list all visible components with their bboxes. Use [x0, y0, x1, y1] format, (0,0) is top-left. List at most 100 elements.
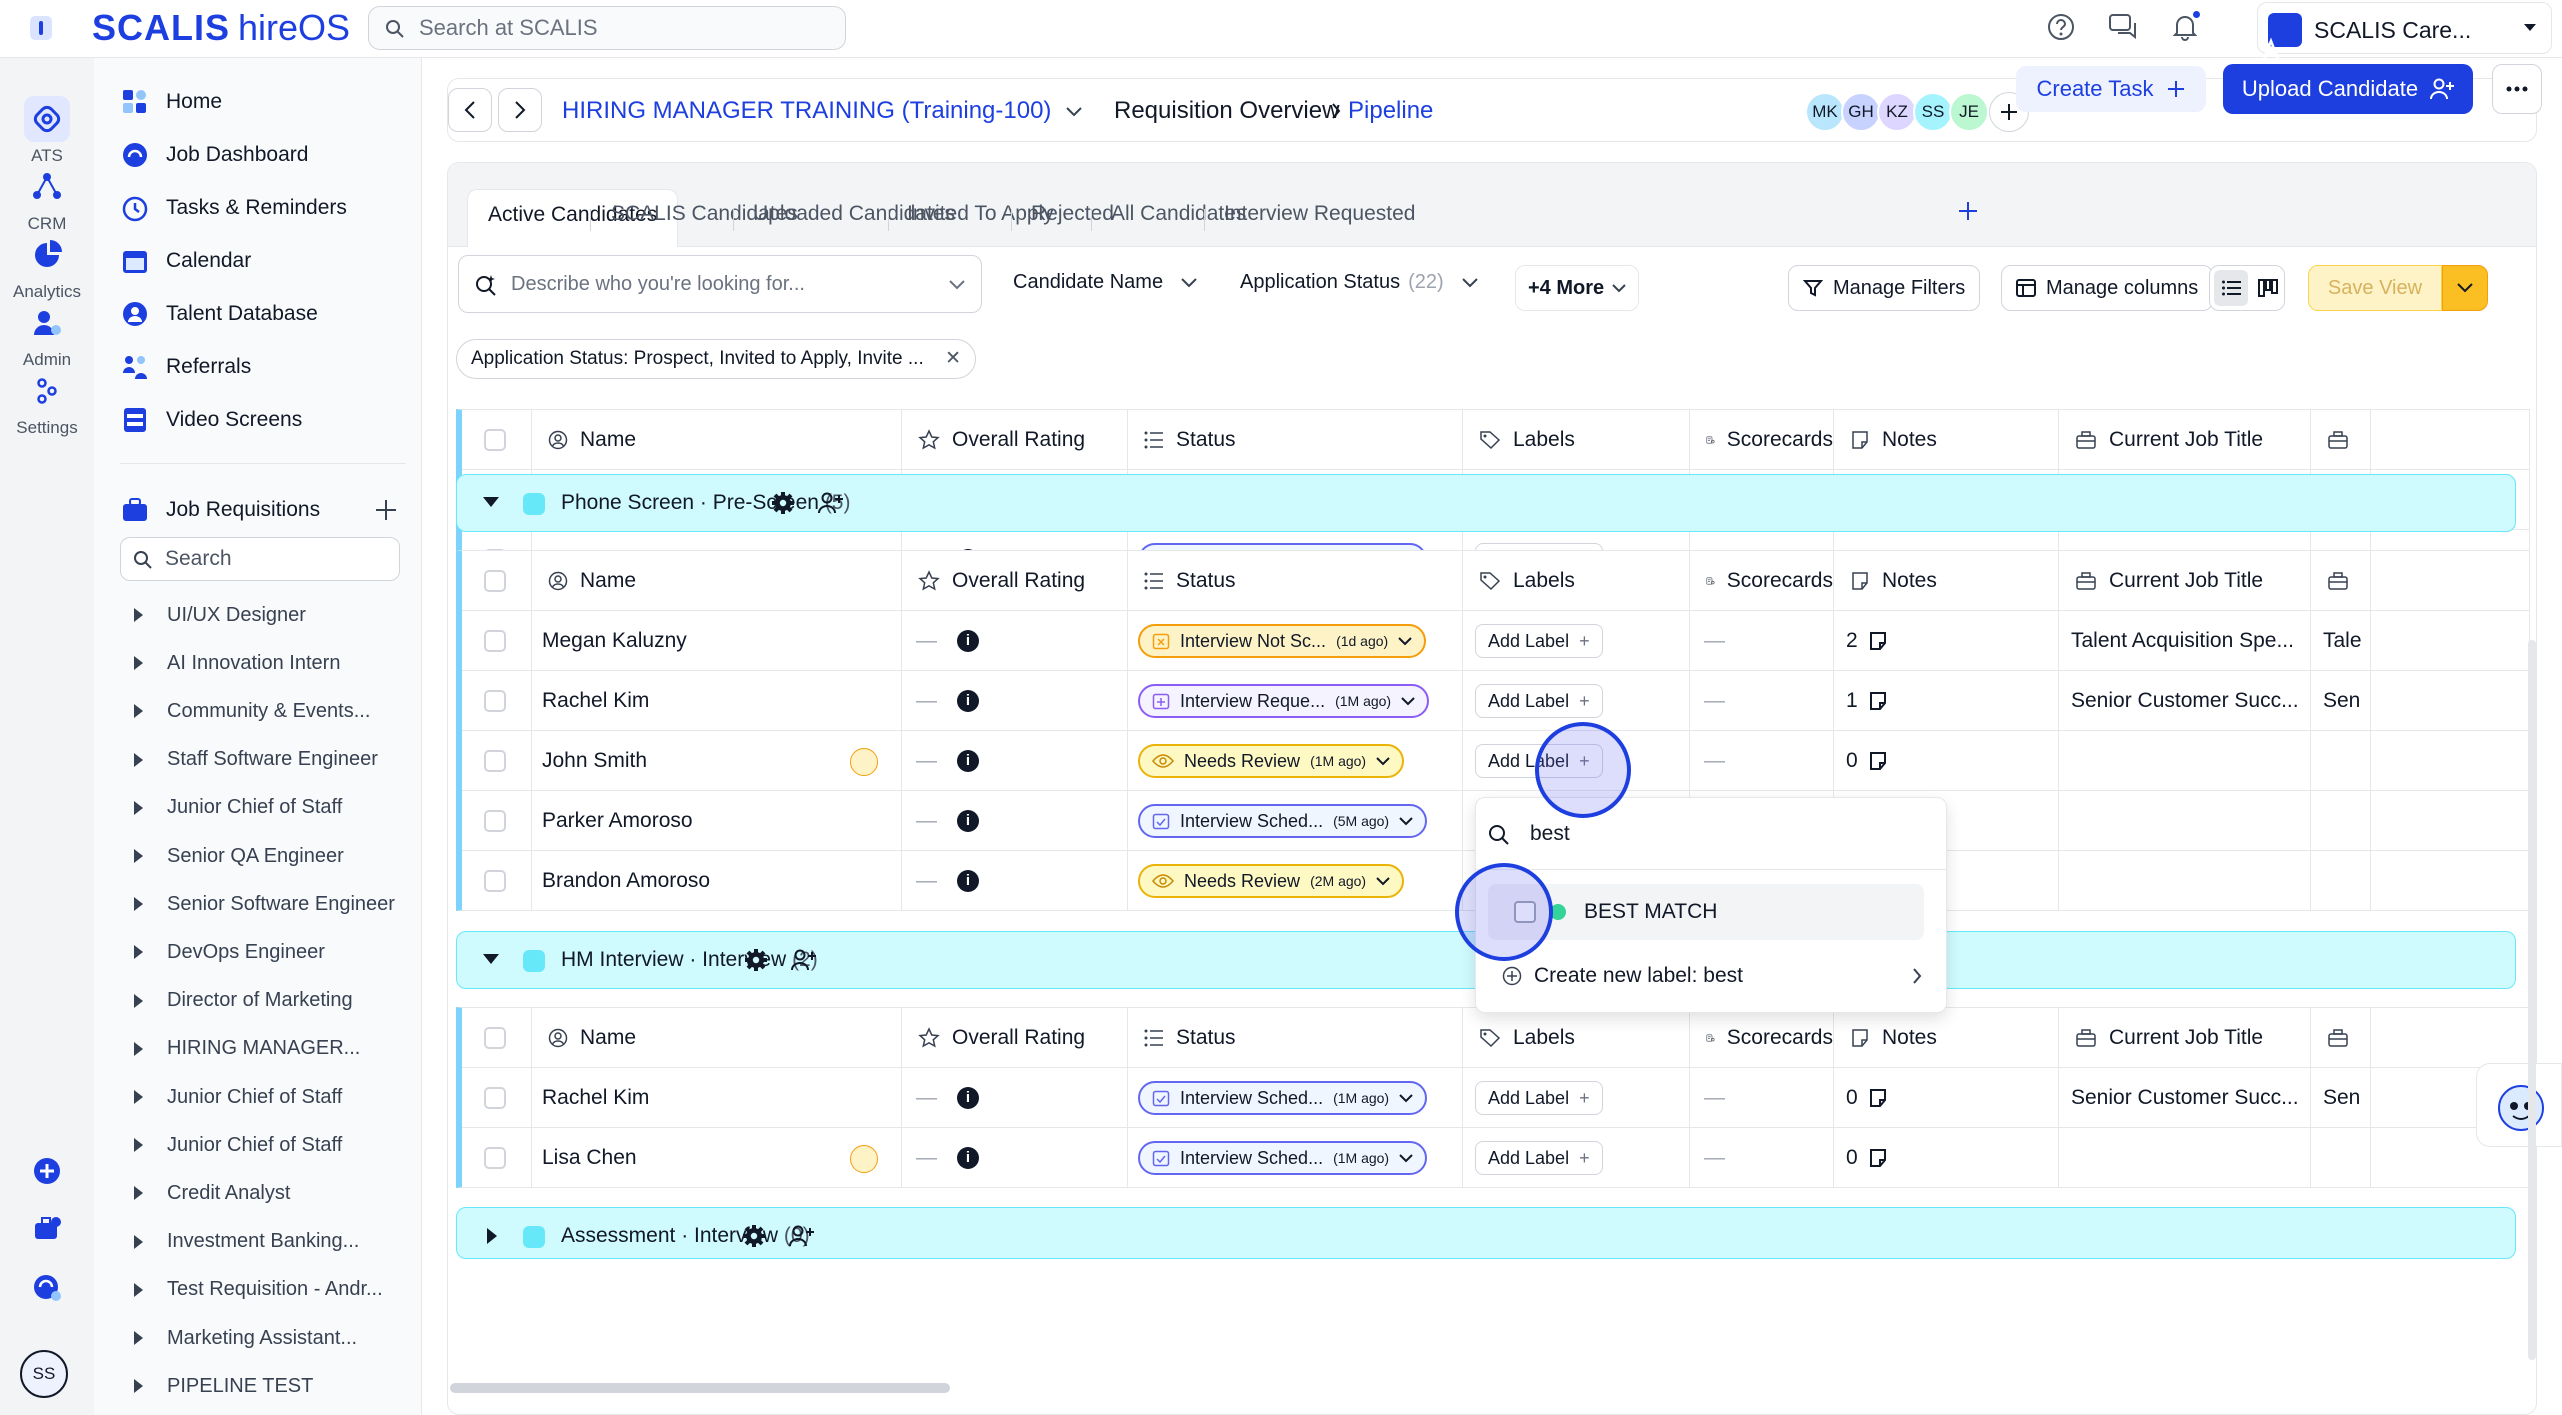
nav-job-dashboard[interactable]: Job Dashboard	[120, 135, 308, 175]
expand-arrow-icon[interactable]	[134, 897, 143, 912]
column-header[interactable]: Notes	[1834, 551, 2059, 611]
info-icon[interactable]: i	[957, 630, 979, 652]
label-option-best-match[interactable]: BEST MATCH	[1488, 884, 1924, 940]
column-header[interactable]: Scorecards	[1690, 551, 1834, 611]
row-checkbox[interactable]	[484, 870, 506, 892]
global-search-input[interactable]	[419, 7, 829, 49]
note-icon[interactable]	[1868, 631, 1888, 651]
select-all-checkbox[interactable]	[484, 429, 506, 451]
expand-arrow-icon[interactable]	[134, 800, 143, 815]
expand-arrow-icon[interactable]	[134, 656, 143, 671]
info-icon[interactable]: i	[957, 870, 979, 892]
requisition-item[interactable]: Junior Chief of Staff	[134, 1080, 342, 1114]
horizontal-scrollbar[interactable]	[450, 1383, 950, 1393]
more-filters-button[interactable]: +4 More	[1515, 265, 1640, 311]
label-search-input[interactable]	[1530, 812, 1910, 856]
add-candidate-icon[interactable]	[788, 1224, 816, 1248]
column-header[interactable]: Status	[1128, 410, 1463, 470]
requisition-item[interactable]: Test Requisition - Andr...	[134, 1273, 383, 1307]
tab-rejected[interactable]: Rejected	[1031, 189, 1114, 247]
column-header[interactable]: Current Job Title	[2059, 1008, 2311, 1068]
breadcrumb-overview[interactable]: Requisition Overview	[1114, 97, 1339, 125]
requisition-item[interactable]: Senior Software Engineer	[134, 887, 395, 921]
row-checkbox[interactable]	[484, 1147, 506, 1169]
collapse-icon[interactable]	[483, 954, 499, 964]
account-switcher[interactable]: SCALIS Care...	[2257, 2, 2552, 60]
nav-home[interactable]: Home	[120, 82, 222, 122]
add-label-button[interactable]: Add Label +	[1475, 684, 1603, 718]
column-header[interactable]	[2311, 410, 2371, 470]
brand-logo[interactable]: SCALIS hireOS	[92, 7, 350, 49]
column-header[interactable]: Overall Rating	[902, 551, 1128, 611]
stage-header[interactable]: Assessment · Interview (0)	[456, 1207, 2516, 1259]
expand-arrow-icon[interactable]	[134, 1331, 143, 1345]
row-checkbox[interactable]	[484, 810, 506, 832]
info-icon[interactable]: i	[957, 750, 979, 772]
requisition-item[interactable]: Staff Software Engineer	[134, 743, 378, 777]
requisition-search[interactable]	[120, 537, 400, 581]
row-checkbox[interactable]	[484, 1087, 506, 1109]
select-all-checkbox[interactable]	[484, 1027, 506, 1049]
job-requisitions-header[interactable]: Job Requisitions	[120, 490, 410, 530]
expand-arrow-icon[interactable]	[134, 849, 143, 863]
column-header[interactable]: Overall Rating	[902, 1008, 1128, 1068]
user-avatar[interactable]: SS	[20, 1350, 68, 1398]
requisition-item[interactable]: PIPELINE TEST	[134, 1369, 313, 1403]
back-button[interactable]	[448, 88, 492, 132]
table-row[interactable]: John Smith — i Needs Review (1M ago) Add Labe…	[462, 731, 2529, 791]
expand-arrow-icon[interactable]	[134, 1282, 143, 1297]
add-label-button[interactable]: Add Label +	[1475, 624, 1603, 658]
table-row[interactable]: Megan Kaluzny — i Interview Not Sc... (1d ag…	[462, 611, 2529, 671]
rail-support-button[interactable]	[0, 1264, 94, 1310]
column-header[interactable]: Name	[532, 551, 902, 611]
add-candidate-icon[interactable]	[790, 948, 818, 972]
manage-columns-button[interactable]: Manage columns	[2001, 265, 2214, 311]
requisition-item[interactable]: AI Innovation Intern	[134, 646, 340, 680]
expand-arrow-icon[interactable]	[134, 1234, 143, 1249]
column-header[interactable]: Scorecards	[1690, 1008, 1834, 1068]
column-header[interactable]: Scorecards	[1690, 410, 1834, 470]
rail-item-ats[interactable]: ATS	[0, 96, 94, 166]
note-icon[interactable]	[1868, 1148, 1888, 1168]
requisition-search-input[interactable]	[165, 538, 385, 580]
row-checkbox[interactable]	[484, 690, 506, 712]
expand-arrow-icon[interactable]	[134, 1379, 143, 1394]
assistant-button[interactable]	[2476, 1063, 2562, 1147]
board-view-icon[interactable]	[2258, 278, 2278, 298]
settings-gear-icon[interactable]	[742, 1224, 766, 1248]
note-icon[interactable]	[1868, 691, 1888, 711]
global-search[interactable]	[368, 6, 846, 50]
requisition-item[interactable]: UI/UX Designer	[134, 598, 306, 632]
requisition-item[interactable]: Junior Chief of Staff	[134, 791, 342, 825]
vertical-scrollbar[interactable]	[2528, 640, 2536, 1360]
collapse-icon[interactable]	[483, 497, 499, 507]
column-header[interactable]	[2311, 551, 2371, 611]
team-avatar[interactable]: SS	[1913, 92, 1953, 132]
candidate-name-filter[interactable]: Candidate Name	[1013, 271, 1197, 294]
rail-item-settings[interactable]: Settings	[0, 368, 94, 438]
requisition-item[interactable]: Investment Banking...	[134, 1225, 359, 1259]
stage-header[interactable]: Phone Screen · Pre-Screen (5)	[456, 474, 2516, 532]
chevron-down-icon[interactable]	[1066, 107, 1082, 117]
add-candidate-icon[interactable]	[817, 491, 845, 515]
messages-icon[interactable]	[2108, 12, 2140, 42]
requisition-item[interactable]: Junior Chief of Staff	[134, 1128, 342, 1162]
expand-icon[interactable]	[487, 1228, 497, 1244]
nav-tasks[interactable]: Tasks & Reminders	[120, 188, 347, 228]
rail-item-admin[interactable]: Admin	[0, 300, 94, 370]
expand-arrow-icon[interactable]	[134, 752, 143, 767]
status-pill[interactable]: Interview Sched... (1M ago)	[1138, 1141, 1428, 1175]
column-header[interactable]	[2311, 1008, 2371, 1068]
rail-add-button[interactable]	[0, 1148, 94, 1194]
row-checkbox[interactable]	[484, 630, 506, 652]
nav-talent-database[interactable]: Talent Database	[120, 294, 318, 334]
column-header[interactable]: Current Job Title	[2059, 551, 2311, 611]
requisition-item[interactable]: Senior QA Engineer	[134, 839, 344, 873]
requisition-item[interactable]: Community & Events...	[134, 694, 370, 728]
team-avatar[interactable]: JE	[1949, 92, 1989, 132]
manage-filters-button[interactable]: Manage Filters	[1788, 265, 1981, 311]
table-row[interactable]: Lisa Chen — i Interview Sched... (1M ago) Add…	[462, 1128, 2529, 1187]
candidate-name[interactable]: John Smith	[542, 749, 647, 773]
more-options-button[interactable]	[2492, 64, 2542, 114]
breadcrumb-pipeline[interactable]: Pipeline	[1348, 97, 1433, 125]
